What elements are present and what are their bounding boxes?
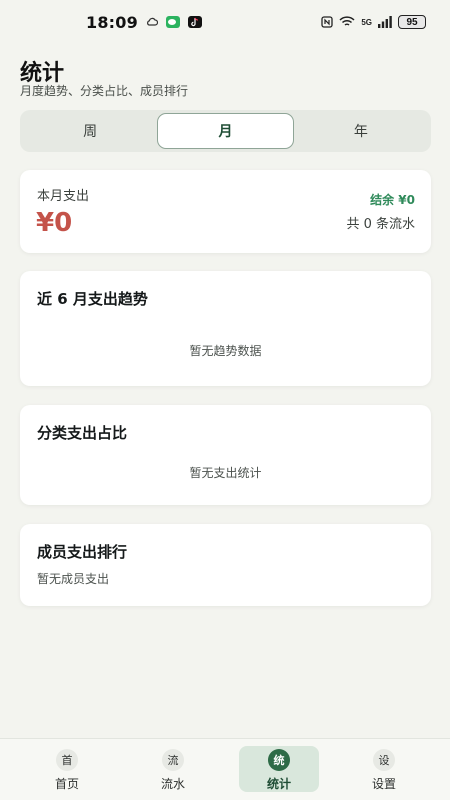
summary-record-count: 共 0 条流水 xyxy=(346,217,415,232)
nav-label-home: 首页 xyxy=(54,777,79,791)
category-card: 分类支出占比 暂无支出统计 xyxy=(20,405,431,505)
bottom-nav: 首 首页 流 流水 统 统计 设 设置 xyxy=(0,738,450,800)
signal-icon xyxy=(378,16,392,28)
summary-balance: 结余 ¥0 xyxy=(370,193,415,207)
summary-amount: ¥0 xyxy=(36,208,73,238)
members-card-title: 成员支出排行 xyxy=(37,543,128,561)
nav-label-settings: 设置 xyxy=(371,777,396,791)
nav-item-transactions[interactable]: 流 流水 xyxy=(133,746,213,792)
stats-icon: 统 xyxy=(268,749,290,771)
page-subtitle: 月度趋势、分类占比、成员排行 xyxy=(20,84,189,98)
members-empty-text: 暂无成员支出 xyxy=(37,572,110,586)
wifi-icon xyxy=(339,16,355,28)
trend-card-title: 近 6 月支出趋势 xyxy=(37,290,148,308)
status-bar: 18:09 5G 95 xyxy=(0,0,450,44)
nav-item-settings[interactable]: 设 设置 xyxy=(344,746,424,792)
tab-month[interactable]: 月 xyxy=(157,113,294,149)
network-type-label: 5G xyxy=(361,17,372,27)
members-ranking-card: 成员支出排行 暂无成员支出 xyxy=(20,524,431,606)
tab-week[interactable]: 周 xyxy=(23,113,157,149)
summary-label: 本月支出 xyxy=(37,189,90,204)
wechat-icon xyxy=(165,16,180,28)
nfc-icon xyxy=(321,16,333,28)
nav-label-stats: 统计 xyxy=(266,777,291,791)
nav-label-transactions: 流水 xyxy=(160,777,185,791)
monthly-summary-card: 本月支出 ¥0 结余 ¥0 共 0 条流水 xyxy=(20,170,431,253)
trend-card: 近 6 月支出趋势 暂无趋势数据 xyxy=(20,271,431,386)
period-segmented-control: 周 月 年 xyxy=(20,110,431,152)
tiktok-icon xyxy=(187,16,202,28)
category-card-title: 分类支出占比 xyxy=(37,424,128,442)
category-empty-text: 暂无支出统计 xyxy=(189,466,262,480)
nav-item-home[interactable]: 首 首页 xyxy=(27,746,107,792)
transactions-icon: 流 xyxy=(162,749,184,771)
nav-item-stats[interactable]: 统 统计 xyxy=(239,746,319,792)
tab-year[interactable]: 年 xyxy=(294,113,428,149)
status-left: 18:09 xyxy=(86,13,202,32)
cloud-icon xyxy=(146,17,158,27)
trend-empty-text: 暂无趋势数据 xyxy=(189,344,262,358)
status-right: 5G 95 xyxy=(321,15,426,29)
battery-icon: 95 xyxy=(398,15,426,29)
settings-icon: 设 xyxy=(373,749,395,771)
home-icon: 首 xyxy=(56,749,78,771)
status-time: 18:09 xyxy=(86,12,138,32)
